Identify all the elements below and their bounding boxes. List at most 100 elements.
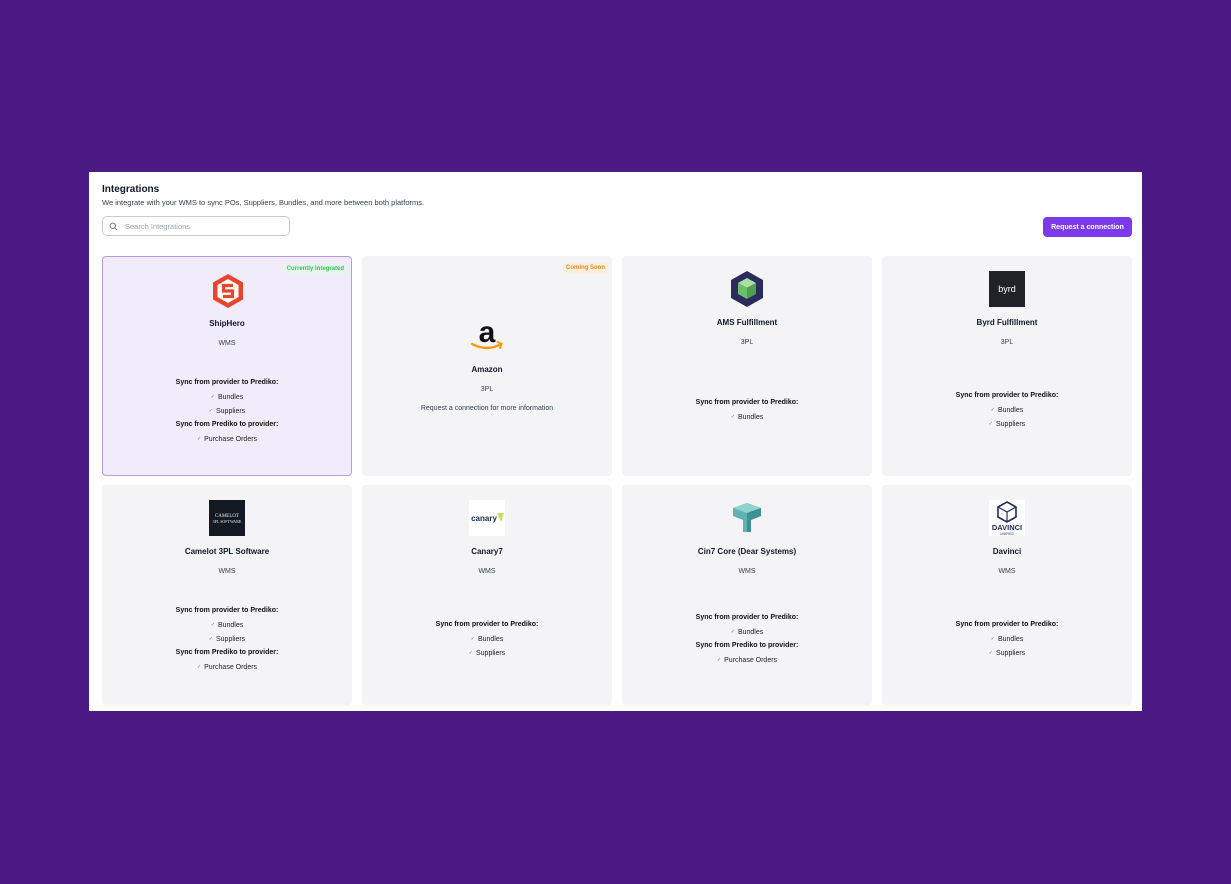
sync-item-label: Bundles xyxy=(997,407,1024,414)
sync-to-prediko-heading: Sync from provider to Prediko: xyxy=(175,379,279,386)
check-icon: ✓ xyxy=(208,408,213,414)
sync-to-prediko-heading: Sync from provider to Prediko: xyxy=(695,399,799,406)
integration-card-ams-fulfillment[interactable]: AMS Fulfillment 3PL Sync from provider t… xyxy=(622,256,872,476)
sync-item-label: Bundles xyxy=(737,629,764,636)
integration-type: 3PL xyxy=(1000,339,1014,346)
integration-type: WMS xyxy=(998,568,1016,575)
sync-details: Sync from provider to Prediko: ✓ Bundles … xyxy=(622,611,872,667)
integration-card-amazon[interactable]: Coming Soon a Amazon 3PL Request a conne… xyxy=(362,256,612,476)
check-icon: ✓ xyxy=(196,436,202,442)
page-title: Integrations xyxy=(102,184,160,195)
integration-type: WMS xyxy=(738,568,756,575)
check-icon: ✓ xyxy=(990,636,995,642)
sync-details: Sync from provider to Prediko: ✓ Bundles … xyxy=(102,604,352,674)
integration-name: Byrd Fulfillment xyxy=(976,318,1038,327)
sync-to-provider-heading: Sync from Prediko to provider: xyxy=(175,421,279,428)
sync-item-label: Suppliers xyxy=(216,408,246,415)
integration-card-davinci[interactable]: DAVINCI UNIFIED Davinci WMS Sync from pr… xyxy=(882,485,1132,705)
integration-card-shiphero[interactable]: Currently Integrated ShipHero WMS Sync f… xyxy=(102,256,352,476)
sync-to-prediko-heading: Sync from provider to Prediko: xyxy=(955,621,1059,628)
sync-to-provider-heading: Sync from Prediko to provider: xyxy=(175,649,279,656)
sync-item-label: Purchase Orders xyxy=(204,664,258,671)
sync-item: ✓ Bundles xyxy=(102,618,352,632)
svg-text:DAVINCI: DAVINCI xyxy=(992,523,1022,532)
check-icon: ✓ xyxy=(210,394,215,400)
sync-item-label: Purchase Orders xyxy=(724,657,778,664)
svg-text:UNIFIED: UNIFIED xyxy=(1000,532,1014,536)
sync-item-label: Bundles xyxy=(477,636,504,643)
sync-to-prediko-heading: Sync from provider to Prediko: xyxy=(695,614,799,621)
integration-note: Request a connection for more informatio… xyxy=(420,405,554,412)
sync-item: ✓ Bundles xyxy=(622,410,872,424)
currently-integrated-badge: Currently Integrated xyxy=(283,264,347,274)
davinci-logo-icon: DAVINCI UNIFIED xyxy=(989,500,1025,536)
sync-details: Sync from provider to Prediko: ✓ Bundles … xyxy=(882,618,1132,660)
search-icon xyxy=(109,222,118,230)
sync-item-label: Bundles xyxy=(997,636,1024,643)
sync-to-provider-heading: Sync from Prediko to provider: xyxy=(695,642,799,649)
sync-item-label: Suppliers xyxy=(476,650,506,657)
canary7-logo-icon: canary xyxy=(469,500,505,536)
check-icon: ✓ xyxy=(730,629,735,635)
integration-card-camelot[interactable]: CAMELOT 3PL SOFTWARE Camelot 3PL Softwar… xyxy=(102,485,352,705)
cin7-logo-icon xyxy=(733,503,761,532)
ams-fulfillment-logo-icon xyxy=(731,271,763,307)
check-icon: ✓ xyxy=(988,421,993,427)
sync-item-label: Suppliers xyxy=(996,650,1026,657)
camelot-logo-icon: CAMELOT 3PL SOFTWARE xyxy=(209,500,245,536)
sync-item: ✓ Bundles xyxy=(622,625,872,639)
svg-text:3PL SOFTWARE: 3PL SOFTWARE xyxy=(213,519,242,524)
integration-name: Amazon xyxy=(471,365,503,374)
integration-type: WMS xyxy=(478,568,496,575)
amazon-logo-icon: a xyxy=(470,318,503,350)
check-icon: ✓ xyxy=(990,407,995,413)
check-icon: ✓ xyxy=(468,650,473,656)
check-icon: ✓ xyxy=(730,414,735,420)
integrations-panel: Integrations We integrate with your WMS … xyxy=(89,172,1142,711)
integration-card-byrd-fulfillment[interactable]: byrd Byrd Fulfillment 3PL Sync from prov… xyxy=(882,256,1132,476)
sync-item: ✓ Purchase Orders xyxy=(102,660,352,674)
sync-item-label: Bundles xyxy=(217,622,244,629)
sync-item-label: Bundles xyxy=(737,414,764,421)
svg-text:canary: canary xyxy=(471,514,497,523)
integration-name: Davinci xyxy=(992,547,1022,556)
coming-soon-badge: Coming Soon xyxy=(563,263,608,273)
check-icon: ✓ xyxy=(210,622,215,628)
sync-item: ✓ Bundles xyxy=(882,403,1132,417)
sync-item: ✓ Bundles xyxy=(362,632,612,646)
integration-name: Canary7 xyxy=(471,547,503,556)
check-icon: ✓ xyxy=(988,650,993,656)
sync-item: ✓ Purchase Orders xyxy=(622,653,872,667)
svg-text:a: a xyxy=(479,318,496,349)
sync-item: ✓ Suppliers xyxy=(362,646,612,660)
integration-type: 3PL xyxy=(740,339,754,346)
svg-text:byrd: byrd xyxy=(998,284,1016,294)
sync-item-label: Bundles xyxy=(217,394,244,401)
sync-to-prediko-heading: Sync from provider to Prediko: xyxy=(175,607,279,614)
search-input[interactable] xyxy=(123,220,277,232)
check-icon: ✓ xyxy=(716,657,722,663)
check-icon: ✓ xyxy=(208,636,213,642)
search-box[interactable] xyxy=(102,216,290,236)
request-connection-button[interactable]: Request a connection xyxy=(1043,217,1132,237)
sync-details: Sync from provider to Prediko: ✓ Bundles … xyxy=(882,389,1132,431)
integration-name: ShipHero xyxy=(209,319,245,328)
integration-name: AMS Fulfillment xyxy=(716,318,778,327)
sync-item: ✓ Suppliers xyxy=(102,632,352,646)
integration-type: WMS xyxy=(218,568,236,575)
sync-details: Sync from provider to Prediko: ✓ Bundles … xyxy=(362,618,612,660)
integration-type: 3PL xyxy=(480,386,494,393)
sync-item: ✓ Purchase Orders xyxy=(103,432,351,446)
sync-item-label: Purchase Orders xyxy=(204,436,258,443)
sync-item: ✓ Suppliers xyxy=(882,646,1132,660)
integration-name: Cin7 Core (Dear Systems) xyxy=(697,547,797,556)
integration-name: Camelot 3PL Software xyxy=(184,547,270,556)
integration-card-canary7[interactable]: canary Canary7 WMS Sync from provider to… xyxy=(362,485,612,705)
check-icon: ✓ xyxy=(196,664,202,670)
sync-to-prediko-heading: Sync from provider to Prediko: xyxy=(435,621,539,628)
sync-item: ✓ Bundles xyxy=(103,390,351,404)
integration-card-cin7-core[interactable]: Cin7 Core (Dear Systems) WMS Sync from p… xyxy=(622,485,872,705)
page-subtitle: We integrate with your WMS to sync POs, … xyxy=(102,198,425,207)
byrd-logo-icon: byrd xyxy=(989,271,1025,307)
sync-item: ✓ Bundles xyxy=(882,632,1132,646)
